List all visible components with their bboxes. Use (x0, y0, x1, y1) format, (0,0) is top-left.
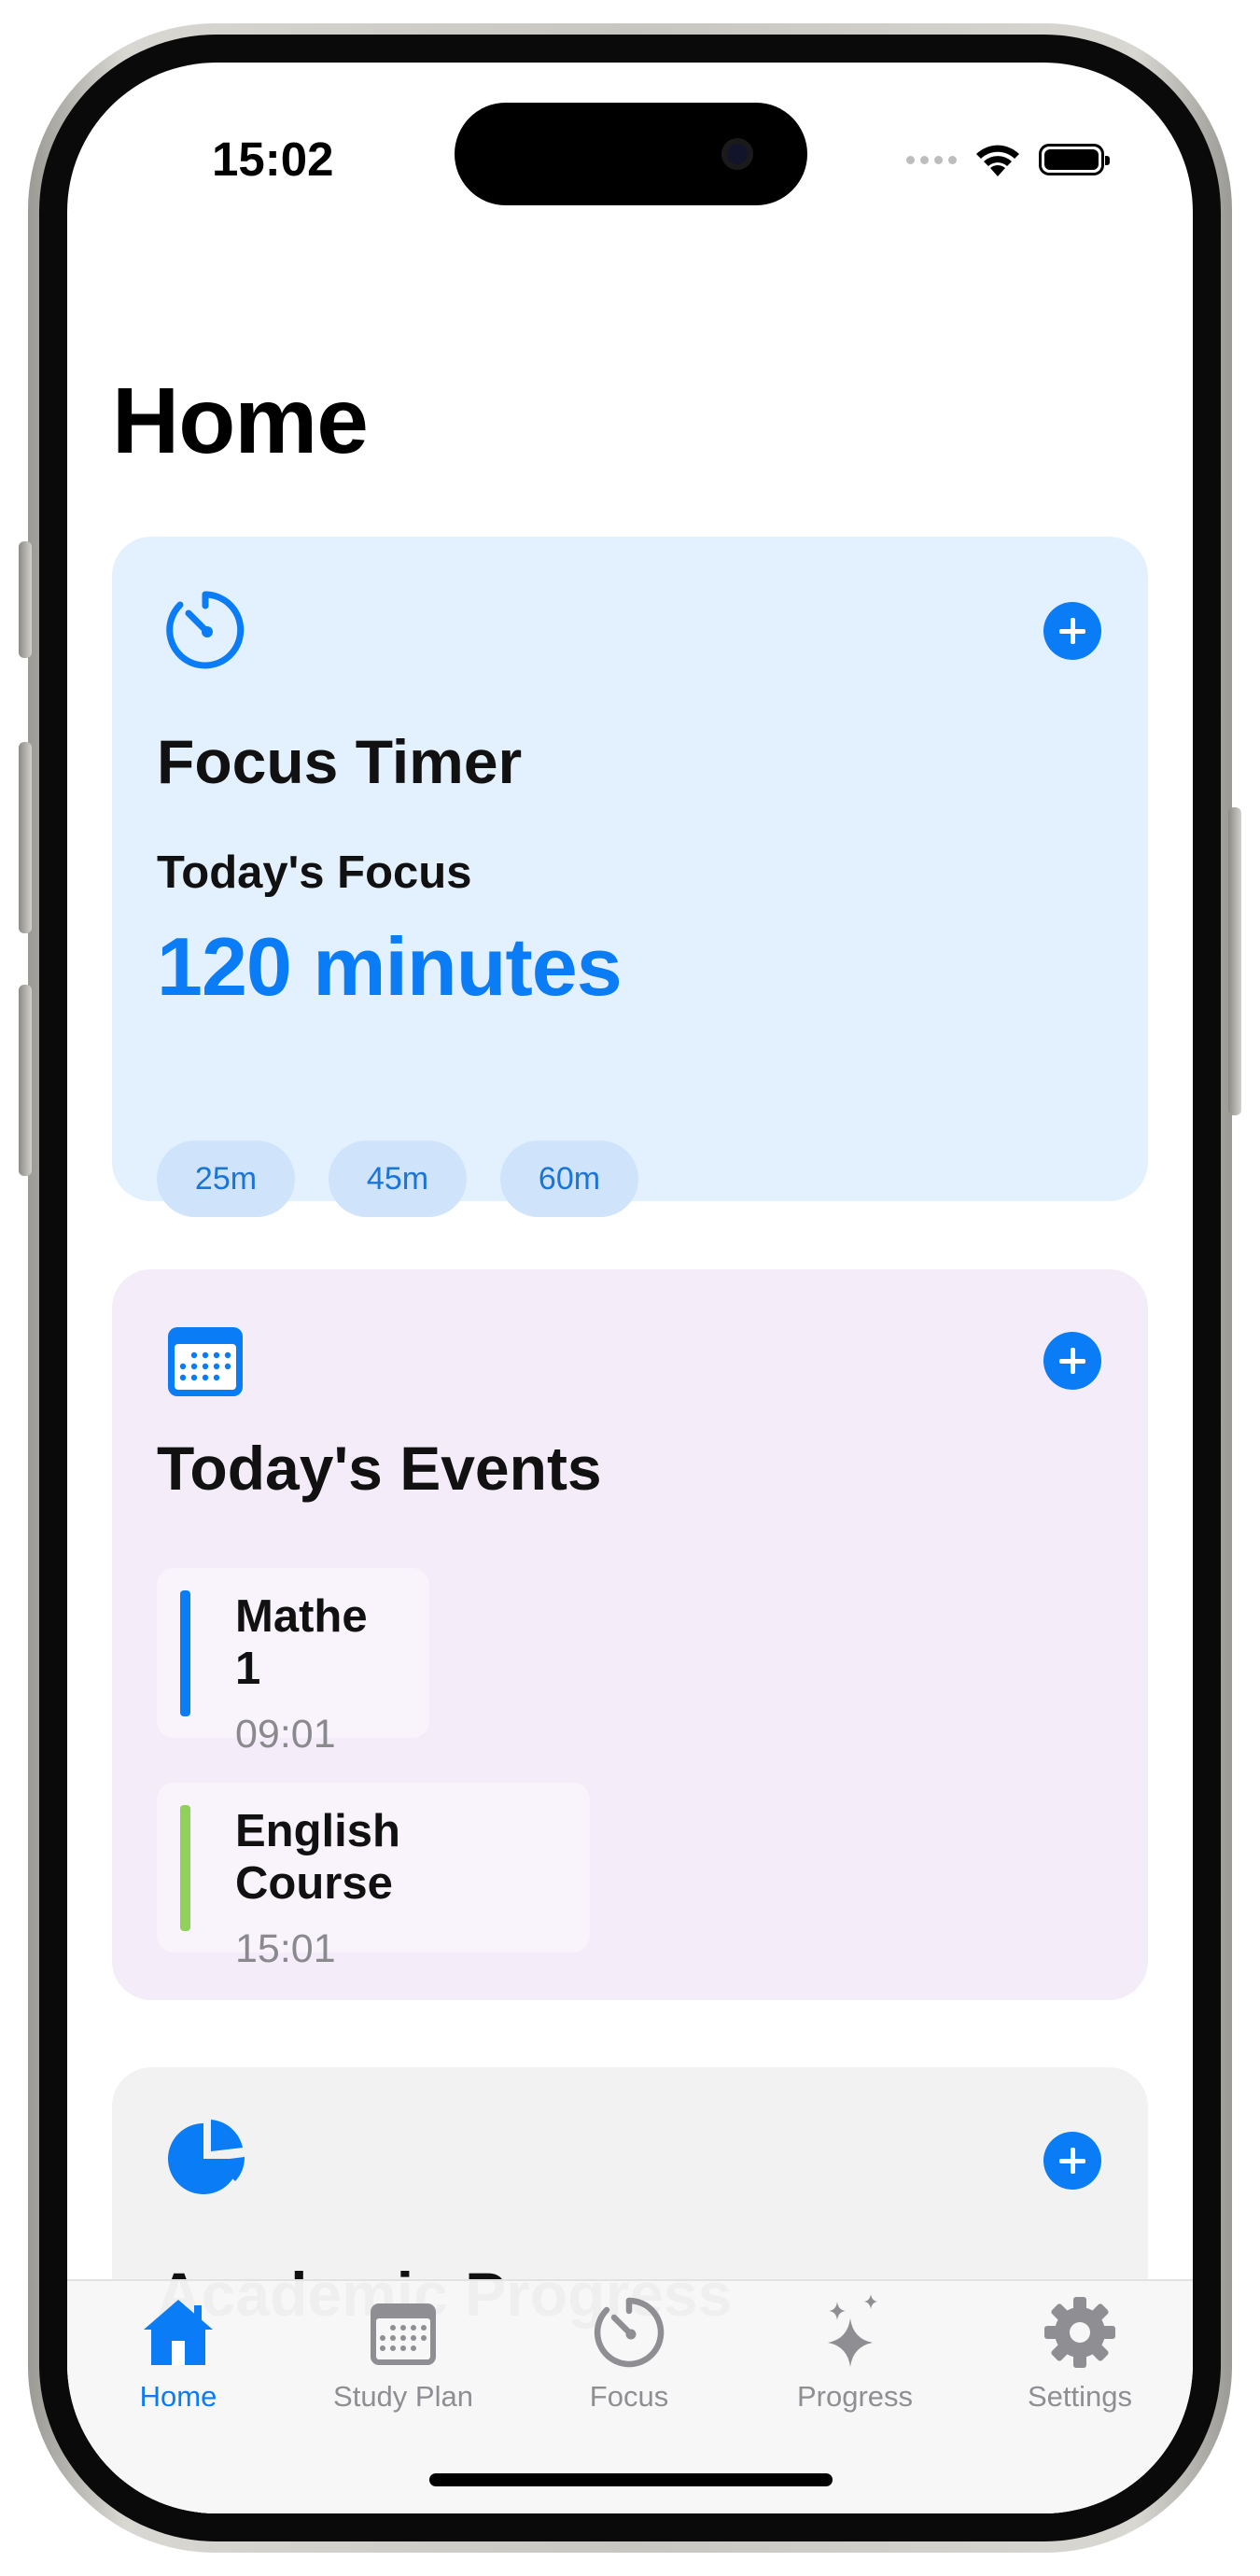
events-card[interactable]: Today's Events Mathe 1 09:01 English Cou… (112, 1269, 1148, 2000)
event-color-bar (180, 1590, 190, 1716)
status-indicators (906, 141, 1110, 178)
tab-focus-label: Focus (589, 2380, 669, 2413)
focus-card-title: Focus Timer (157, 727, 523, 796)
house-icon (144, 2300, 213, 2365)
action-button (19, 541, 32, 658)
tab-home-label: Home (139, 2380, 217, 2413)
volume-up-button (19, 742, 32, 933)
volume-down-button (19, 985, 32, 1176)
screen: 15:02 Home Focus Timer Today's Focus 120… (67, 63, 1193, 2513)
preset-chip-60[interactable]: 60m (500, 1141, 638, 1217)
tab-study-plan[interactable]: Study Plan (310, 2292, 497, 2414)
cellular-signal-icon (906, 155, 957, 164)
tab-progress-label: Progress (796, 2380, 914, 2413)
add-event-button[interactable] (1043, 1332, 1101, 1390)
calendar-icon (371, 2303, 436, 2365)
add-focus-button[interactable] (1043, 602, 1101, 660)
tab-progress[interactable]: Progress (762, 2292, 948, 2414)
page-title: Home (112, 369, 369, 473)
gear-icon (1044, 2297, 1115, 2368)
dynamic-island (455, 103, 807, 205)
tab-settings[interactable]: Settings (987, 2292, 1173, 2414)
focus-subtitle: Today's Focus (157, 847, 472, 898)
tab-study-plan-label: Study Plan (333, 2380, 473, 2413)
preset-chip-25[interactable]: 25m (157, 1141, 295, 1217)
tab-focus[interactable]: Focus (536, 2292, 722, 2414)
event-time: 09:01 (235, 1712, 336, 1757)
battery-icon (1039, 144, 1110, 175)
status-time: 15:02 (212, 133, 334, 186)
calendar-icon (168, 1327, 243, 1396)
event-name: Mathe 1 (235, 1591, 368, 1694)
event-name: English Course (235, 1806, 400, 1909)
sparkles-icon (828, 2294, 877, 2367)
timer-icon (594, 2297, 665, 2368)
chart-pie-icon (168, 2120, 245, 2194)
event-color-bar (180, 1805, 190, 1931)
focus-total-value: 120 minutes (157, 920, 623, 1013)
wifi-icon (976, 145, 1019, 176)
add-progress-button[interactable] (1043, 2132, 1101, 2190)
events-card-title: Today's Events (157, 1434, 602, 1503)
event-item[interactable]: English Course 15:01 (157, 1783, 590, 1971)
event-time: 15:01 (235, 1926, 336, 1971)
home-indicator[interactable] (429, 2473, 833, 2486)
focus-preset-chips: 25m 45m 60m (157, 1141, 638, 1217)
tab-home[interactable]: Home (85, 2292, 272, 2414)
event-item[interactable]: Mathe 1 09:01 (157, 1568, 429, 1757)
front-camera (721, 138, 753, 170)
preset-chip-45[interactable]: 45m (329, 1141, 467, 1217)
timer-icon (166, 591, 245, 669)
power-button (1228, 807, 1241, 1115)
tab-settings-label: Settings (1027, 2380, 1132, 2413)
focus-timer-card[interactable]: Focus Timer Today's Focus 120 minutes 25… (112, 537, 1148, 1217)
